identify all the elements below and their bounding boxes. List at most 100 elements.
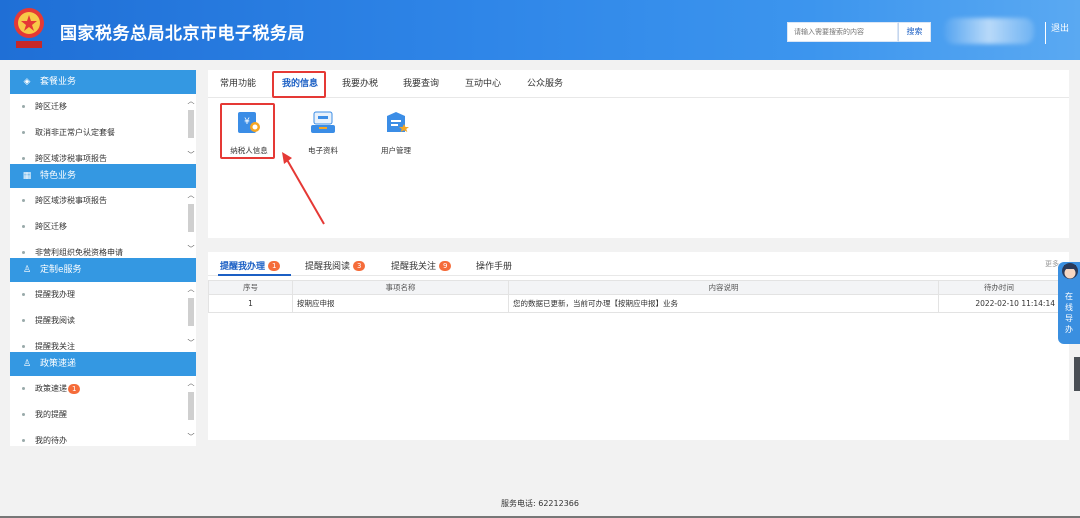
scrollbar-thumb[interactable] — [188, 204, 194, 232]
highlight-box — [220, 103, 275, 159]
sidebar-item[interactable]: 跨区迁移 — [10, 94, 196, 120]
tab-tax-handling[interactable]: 我要办税 — [342, 76, 378, 89]
app-grid: ¥ 纳税人信息 电子资料 用户管理 — [208, 98, 1069, 238]
sidebar-section-policy: ♙ 政策速递 政策速递 1 我的提醒 我的待办 ︿ ﹀ — [10, 352, 196, 446]
function-tabs: 常用功能 我的信息 我要办税 我要查询 互动中心 公众服务 — [208, 70, 1069, 98]
bullet-icon — [22, 293, 25, 296]
sidebar-item[interactable]: 跨区域涉税事项报告 — [10, 188, 196, 214]
sidebar-section-header[interactable]: ♙ 定制e服务 — [10, 258, 196, 282]
scrollbar[interactable]: ︿ ﹀ — [186, 94, 196, 164]
more-link[interactable]: 更多 — [1045, 259, 1059, 269]
sidebar-section-header[interactable]: ◈ 套餐业务 — [10, 70, 196, 94]
search-button[interactable]: 搜索 — [898, 22, 931, 42]
bullet-icon — [22, 199, 25, 202]
sidebar-section-header[interactable]: ♙ 政策速递 — [10, 352, 196, 376]
sidebar-section-package: ◈ 套餐业务 跨区迁移 取消非正常户认定套餐 跨区域涉税事项报告 ︿ ﹀ — [10, 70, 196, 164]
bullet-icon — [22, 319, 25, 322]
bullet-icon — [22, 345, 25, 348]
table-cell[interactable]: 按期应申报 — [292, 294, 509, 313]
bullet-icon — [22, 387, 25, 390]
notification-badge: 1 — [68, 383, 81, 394]
chevron-down-icon[interactable]: ﹀ — [186, 244, 196, 256]
bullet-icon — [22, 251, 25, 254]
reminder-panel: 提醒我办理 1 提醒我阅读 3 提醒我关注 9 操作手册 更多 序号 事项名称 内容说… — [208, 252, 1069, 440]
tab-interaction[interactable]: 互动中心 — [465, 76, 501, 89]
footer-phone: 服务电话: 62212366 — [501, 499, 579, 508]
sidebar-item[interactable]: 跨区迁移 — [10, 214, 196, 240]
bullet-icon — [22, 225, 25, 228]
chevron-up-icon[interactable]: ︿ — [186, 190, 196, 202]
user-name-blurred — [944, 18, 1034, 44]
reminder-table: 序号 事项名称 内容说明 待办时间 1 按期应申报 您的数据已更新，当前可办理【… — [208, 280, 1060, 313]
table-header-row: 序号 事项名称 内容说明 待办时间 — [208, 280, 1060, 295]
scrollbar-thumb[interactable] — [188, 298, 194, 326]
tab-remind-follow[interactable]: 提醒我关注 9 — [391, 259, 452, 272]
count-badge: 3 — [353, 261, 366, 271]
sidebar-item[interactable]: 提醒我办理 — [10, 282, 196, 308]
user-icon: ♙ — [22, 359, 32, 369]
header-bar: 国家税务总局北京市电子税务局 搜索 退出 — [0, 0, 1080, 60]
reminder-tabs: 提醒我办理 1 提醒我阅读 3 提醒我关注 9 操作手册 更多 — [208, 252, 1069, 276]
header-separator — [1045, 22, 1046, 44]
scrollbar[interactable]: ︿ ﹀ — [186, 188, 196, 258]
highlight-box — [272, 71, 326, 98]
tab-common-functions[interactable]: 常用功能 — [220, 76, 256, 89]
user-management-icon — [387, 112, 409, 132]
bullet-icon — [22, 439, 25, 442]
sidebar-item[interactable]: 取消非正常户认定套餐 — [10, 120, 196, 146]
bullet-icon — [22, 157, 25, 160]
column-header: 序号 — [208, 280, 293, 295]
sidebar-item[interactable]: 我的提醒 — [10, 402, 196, 428]
scrollbar[interactable]: ︿ ﹀ — [186, 282, 196, 352]
scrollbar[interactable]: ︿ ﹀ — [186, 376, 196, 446]
tab-public-service[interactable]: 公众服务 — [527, 76, 563, 89]
column-header: 内容说明 — [508, 280, 939, 295]
grid-icon: ▦ — [22, 171, 32, 181]
bullet-icon — [22, 131, 25, 134]
search-input[interactable] — [787, 22, 898, 42]
chevron-down-icon[interactable]: ﹀ — [186, 338, 196, 350]
chevron-up-icon[interactable]: ︿ — [186, 96, 196, 108]
column-header: 事项名称 — [292, 280, 509, 295]
app-user-management[interactable]: 用户管理 — [371, 110, 421, 156]
column-header: 待办时间 — [938, 280, 1060, 295]
bullet-icon — [22, 413, 25, 416]
scrollbar-thumb[interactable] — [188, 392, 194, 420]
sidebar-item[interactable]: 提醒我关注 — [10, 334, 196, 352]
side-tab[interactable] — [1074, 357, 1080, 391]
sidebar-item[interactable]: 提醒我阅读 — [10, 308, 196, 334]
tab-manual[interactable]: 操作手册 — [476, 259, 512, 272]
sidebar-item[interactable]: 政策速递 1 — [10, 376, 196, 402]
chevron-down-icon[interactable]: ﹀ — [186, 150, 196, 162]
table-cell: 2022-02-10 11:14:14 — [938, 294, 1060, 313]
arrow-pointer-icon — [282, 152, 325, 225]
cube-icon: ◈ — [23, 77, 31, 87]
logout-link[interactable]: 退出 — [1051, 21, 1069, 34]
scrollbar-thumb[interactable] — [188, 110, 194, 138]
table-cell: 您的数据已更新，当前可办理【按期应申报】业务 — [508, 294, 939, 313]
table-cell: 1 — [208, 294, 293, 313]
sidebar-item[interactable]: 非营利组织免税资格申请 — [10, 240, 196, 258]
sidebar-section-custom: ♙ 定制e服务 提醒我办理 提醒我阅读 提醒我关注 ︿ ﹀ — [10, 258, 196, 352]
electronic-docs-icon — [311, 111, 335, 133]
tab-remind-handle[interactable]: 提醒我办理 1 — [220, 259, 281, 272]
sidebar-item[interactable]: 跨区域涉税事项报告 — [10, 146, 196, 164]
chevron-up-icon[interactable]: ︿ — [186, 284, 196, 296]
sidebar: ◈ 套餐业务 跨区迁移 取消非正常户认定套餐 跨区域涉税事项报告 ︿ ﹀ ▦ 特色业… — [10, 70, 196, 446]
tax-emblem-logo — [14, 8, 44, 48]
sidebar-item[interactable]: 我的待办 — [10, 428, 196, 446]
sidebar-section-header[interactable]: ▦ 特色业务 — [10, 164, 196, 188]
chevron-up-icon[interactable]: ︿ — [186, 378, 196, 390]
online-guide-label[interactable]: 在线导办 — [1063, 291, 1075, 335]
bullet-icon — [22, 105, 25, 108]
function-panel: 常用功能 我的信息 我要办税 我要查询 互动中心 公众服务 ¥ 纳税人信息 电子… — [208, 70, 1069, 238]
chevron-down-icon[interactable]: ﹀ — [186, 432, 196, 444]
count-badge: 1 — [268, 261, 281, 271]
sidebar-section-featured: ▦ 特色业务 跨区域涉税事项报告 跨区迁移 非营利组织免税资格申请 ︿ ﹀ — [10, 164, 196, 258]
site-title: 国家税务总局北京市电子税务局 — [60, 24, 305, 44]
count-badge: 9 — [439, 261, 452, 271]
tab-remind-read[interactable]: 提醒我阅读 3 — [305, 259, 366, 272]
active-tab-underline — [218, 274, 291, 276]
tab-query[interactable]: 我要查询 — [403, 76, 439, 89]
table-row[interactable]: 1 按期应申报 您的数据已更新，当前可办理【按期应申报】业务 2022-02-1… — [208, 294, 1060, 313]
